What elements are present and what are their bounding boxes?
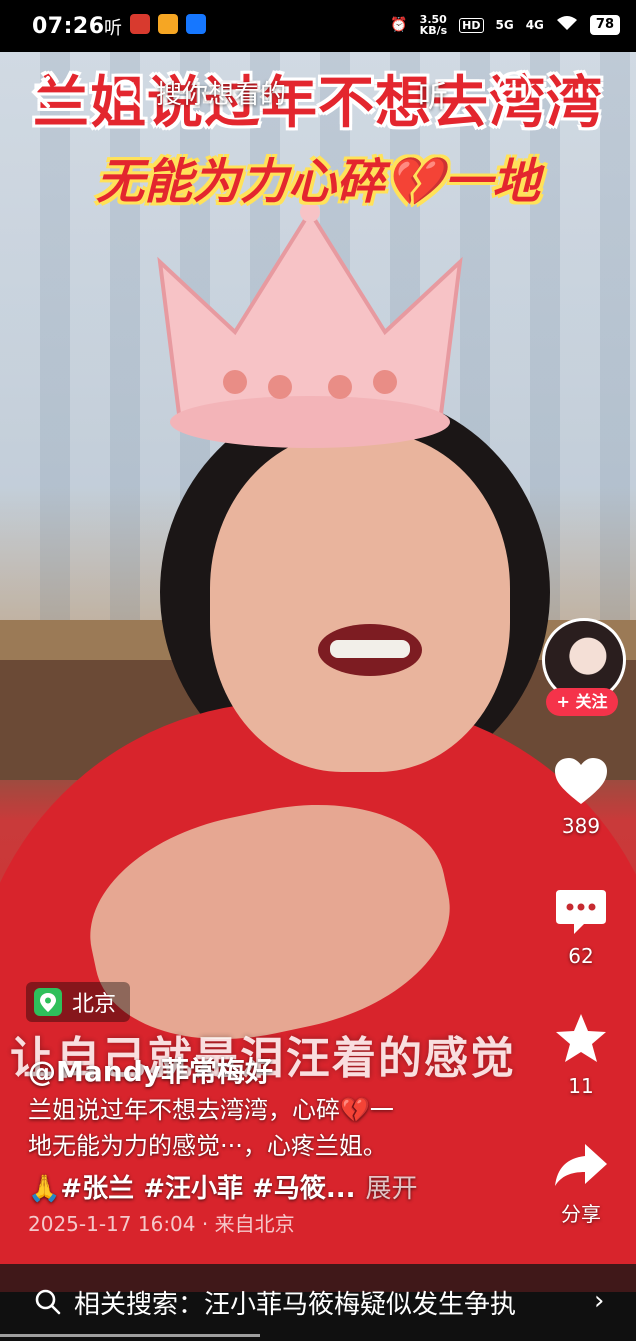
like-count: 389 (561, 814, 601, 838)
hd-badge: HD (459, 17, 484, 33)
share-arrow-icon (555, 1144, 607, 1186)
face-shape (210, 432, 510, 772)
like-button[interactable]: 389 (550, 756, 612, 838)
location-pin-icon (34, 988, 62, 1016)
post-meta: 2025-1-17 16:04 · 来自北京 (28, 1212, 295, 1236)
follow-button[interactable]: + 关注 (546, 688, 618, 716)
comment-icon (556, 890, 606, 934)
related-search-text[interactable]: 相关搜索：汪小菲马筱梅疑似发生争执 (74, 1284, 516, 1321)
top-nav: 搜你想看的 听 ··· (0, 60, 636, 130)
back-arrow-icon[interactable] (22, 72, 62, 112)
subheadline-caption: 无能为力心碎💔一地 (0, 142, 636, 212)
location-label: 北京 (72, 992, 117, 1017)
crown-sticker (157, 202, 463, 448)
status-right: ⏰ 3.50 KB/s HD 5G 4G 78 (390, 14, 620, 36)
expand-button[interactable]: 展开 (365, 1174, 417, 1204)
alarm-icon: ⏰ (390, 17, 408, 33)
post-description: 兰姐说过年不想去湾湾，心碎💔一 地无能为力的感觉···，心疼兰姐。 (28, 1092, 528, 1164)
description-line-2: 地无能为力的感觉···，心疼兰姐。 (28, 1132, 387, 1160)
related-search-icon (35, 1289, 61, 1315)
video-progress-bar[interactable] (0, 1334, 260, 1337)
status-time: 07:26 (32, 14, 105, 39)
share-button[interactable]: 分享 (550, 1140, 612, 1227)
more-options-icon[interactable]: ··· (572, 74, 607, 109)
status-left-icons: 听 (104, 14, 206, 40)
weibo-icon (158, 14, 178, 34)
heart-icon (555, 758, 607, 804)
add-icon[interactable] (495, 70, 533, 108)
subheadline-part1: 无能为力心碎 (96, 154, 385, 210)
star-icon (556, 1014, 606, 1062)
broken-heart-icon: 💔 (384, 154, 444, 210)
app-notification-icon (130, 14, 150, 34)
search-input[interactable]: 搜你想看的 (156, 74, 286, 111)
signal-4g: 4G (525, 18, 544, 32)
battery-level: 78 (589, 15, 620, 35)
hashtags[interactable]: 🙏#张兰 #汪小菲 #马筱... 展开 (28, 1168, 417, 1205)
related-search-bar[interactable]: 相关搜索：汪小菲马筱梅疑似发生争执 › (0, 1264, 636, 1341)
location-tag[interactable]: 北京 (26, 982, 131, 1022)
author-name[interactable]: @Mandy菲常梅好 (28, 1050, 273, 1090)
wifi-icon (556, 15, 578, 35)
comment-count: 62 (568, 944, 594, 968)
description-line-1: 兰姐说过年不想去湾湾，心碎💔一 (28, 1096, 394, 1124)
search-icon[interactable] (112, 78, 144, 110)
subheadline-part2: 一地 (443, 154, 540, 210)
chevron-right-icon[interactable]: › (594, 1286, 604, 1316)
hashtag-list[interactable]: 🙏#张兰 #汪小菲 #马筱... (28, 1174, 355, 1204)
signal-5g: 5G (495, 18, 514, 32)
status-bar: 07:26 听 ⏰ 3.50 KB/s HD 5G 4G 78 (0, 0, 636, 52)
share-label: 分享 (561, 1202, 601, 1226)
net-speed: 3.50 KB/s (419, 13, 448, 37)
listen-button[interactable]: 听 (418, 72, 448, 116)
favorite-button[interactable]: 11 (550, 1012, 612, 1098)
comment-button[interactable]: 62 (550, 886, 612, 968)
teeth-shape (330, 640, 410, 658)
favorite-count: 11 (568, 1074, 594, 1098)
listen-status-icon: 听 (104, 18, 122, 39)
alipay-icon (186, 14, 206, 34)
